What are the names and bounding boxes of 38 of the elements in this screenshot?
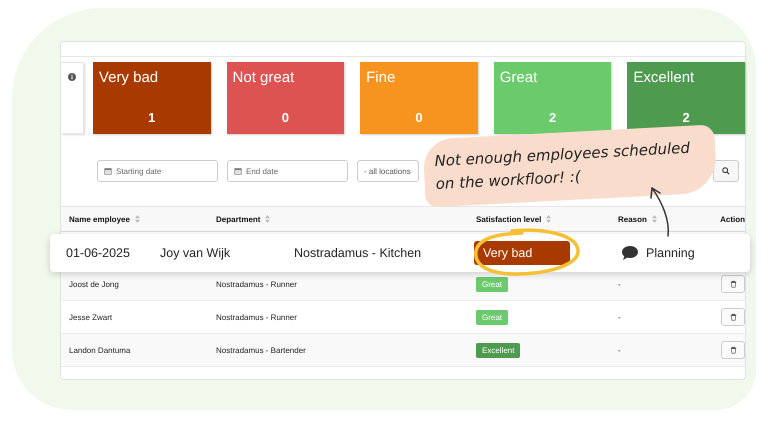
satisfaction-badge: Great <box>476 310 508 324</box>
tile-count: 2 <box>682 110 690 125</box>
reason-text: Planning <box>646 246 695 260</box>
column-header[interactable]: Department <box>216 214 260 224</box>
date-field[interactable]: Starting date <box>97 160 218 182</box>
tile-label: Great <box>500 69 538 86</box>
tile-count: 0 <box>415 110 423 125</box>
tile-count: 1 <box>148 110 156 125</box>
tile-label: Not great <box>232 69 296 86</box>
department-name: Nostradamus - Kitchen <box>294 246 422 260</box>
table-cell-text: Nostradamus - Bartender <box>216 346 307 354</box>
satisfaction-badge: Very bad <box>474 241 570 265</box>
tile-label: Very bad <box>98 69 160 86</box>
column-header[interactable]: Satisfaction level <box>476 214 542 224</box>
handwritten-note: Not enough employees scheduled on the workfloor! :( <box>434 137 692 196</box>
rating-tile[interactable]: Very bad 1 <box>92 62 211 134</box>
rating-tile[interactable]: Not great 0 <box>226 62 344 134</box>
tile-label: Excellent <box>633 69 696 86</box>
date-field[interactable]: End date <box>227 160 348 182</box>
table-cell-text: Joost de Jong <box>68 280 120 288</box>
employee-name: Joy van Wijk <box>160 246 232 260</box>
table-cell-text: Nostradamus - Runner <box>216 280 298 288</box>
table-cell-text: - <box>618 312 622 322</box>
table-cell-text: - <box>618 280 622 288</box>
location-dropdown[interactable]: - all locations <box>357 160 419 182</box>
satisfaction-badge: Excellent <box>476 342 520 358</box>
tile-count: 0 <box>282 110 289 125</box>
tile-label: Fine <box>366 69 396 86</box>
column-header: Action <box>720 214 745 224</box>
column-header[interactable]: Name employee <box>69 214 130 224</box>
column-header[interactable]: Reason <box>618 214 647 224</box>
table-cell-text: Nostradamus - Runner <box>216 312 298 322</box>
table-cell-text: Jesse Zwart <box>68 312 114 322</box>
tile-count: 2 <box>548 110 556 125</box>
satisfaction-badge: Great <box>476 276 508 292</box>
table-cell-text: Landon Dantuma <box>68 346 132 354</box>
row-date: 01-06-2025 <box>65 246 131 260</box>
table-cell-text: - <box>618 346 622 354</box>
